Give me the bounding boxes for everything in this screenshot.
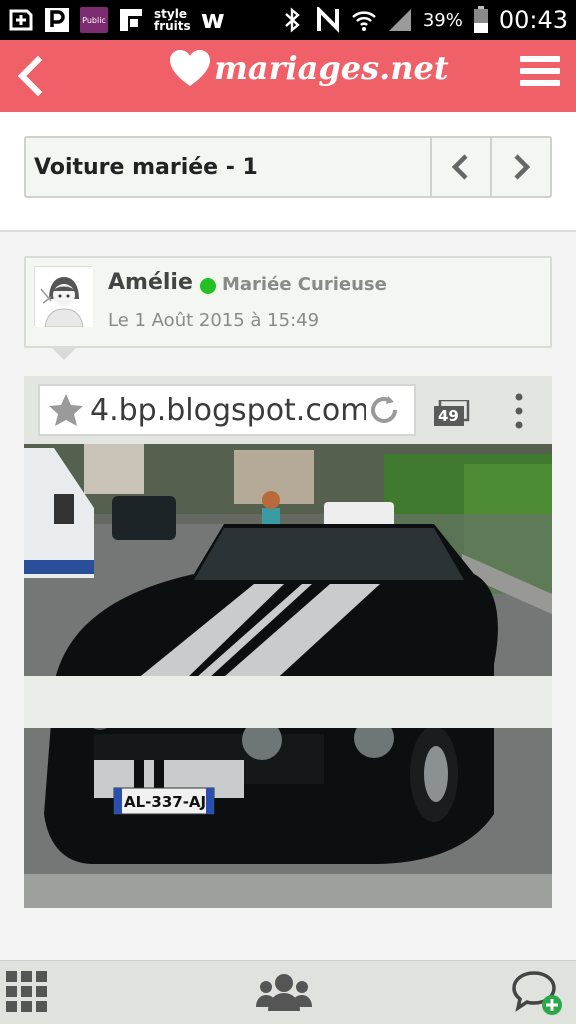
thread-title-box: Voiture mariée - 1 (24, 136, 552, 198)
post-image-footer (24, 676, 552, 728)
p-app-icon (45, 8, 69, 32)
thread-title: Voiture mariée - 1 (34, 154, 258, 180)
community-icon[interactable] (256, 971, 312, 1013)
back-arrow-icon[interactable] (10, 54, 50, 98)
chevron-left-icon (451, 154, 468, 180)
avatar-bride-icon (35, 267, 93, 328)
embedded-url-text: 4.bp.blogspot.com (90, 392, 366, 428)
reload-icon (371, 396, 397, 423)
menu-line (520, 80, 560, 86)
license-plate: AL-337-AJ (124, 793, 206, 811)
previous-button[interactable] (430, 138, 490, 196)
heart-icon (170, 50, 210, 86)
add-box-icon (9, 9, 33, 31)
stylefruits-label-line2: fruits (154, 19, 191, 33)
new-chat-icon[interactable] (512, 969, 564, 1017)
wifi-icon (351, 11, 376, 31)
menu-line (520, 68, 560, 74)
system-status: 39% 00:43 (279, 6, 568, 34)
thread-title-panel: Voiture mariée - 1 (0, 112, 576, 232)
author-name[interactable]: Amélie (108, 270, 193, 295)
bluetooth-icon (285, 7, 300, 33)
post-date: Le 1 Août 2015 à 15:49 (108, 310, 320, 331)
f-app-icon (120, 9, 142, 31)
tab-count-badge: 49 (434, 398, 470, 426)
battery-icon (473, 6, 488, 33)
author-role: Mariée Curieuse (222, 274, 387, 295)
public-app-label: Public (82, 15, 106, 25)
app-header: mariages.net (0, 40, 576, 112)
battery-percent: 39% (422, 9, 463, 31)
embedded-url-field: 4.bp.blogspot.com (38, 384, 416, 436)
post-image[interactable]: 4.bp.blogspot.com 49 AL-337-AJ (24, 376, 552, 908)
bottom-nav (0, 960, 576, 1024)
signal-icon (388, 9, 411, 31)
menu-line (520, 56, 560, 62)
tab-count: 49 (438, 407, 459, 425)
stylefruits-app-icon: style fruits (154, 8, 191, 32)
chevron-right-icon (514, 154, 531, 180)
logo-text: mariages.net (214, 49, 449, 87)
star-icon (49, 394, 83, 426)
nfc-icon (316, 7, 339, 33)
grid-menu-icon[interactable] (6, 971, 48, 1013)
public-app-icon: Public (80, 7, 108, 33)
overflow-menu-icon (515, 393, 523, 429)
w-app-icon: w (200, 5, 225, 35)
author-info: Amélie Mariée Curieuse Le 1 Août 2015 à … (24, 256, 552, 360)
post: Amélie Mariée Curieuse Le 1 Août 2015 à … (0, 232, 576, 960)
hamburger-menu-icon[interactable] (520, 56, 560, 94)
avatar[interactable] (34, 266, 93, 328)
notification-icons: Public style fruits w (8, 5, 225, 35)
status-bar: Public style fruits w 39% 00:43 (0, 0, 576, 40)
clock: 00:43 (498, 6, 568, 34)
embedded-browser-bar: 4.bp.blogspot.com 49 (24, 376, 552, 444)
next-button[interactable] (490, 138, 550, 196)
online-status-dot (200, 278, 216, 294)
site-logo[interactable]: mariages.net (168, 48, 449, 88)
